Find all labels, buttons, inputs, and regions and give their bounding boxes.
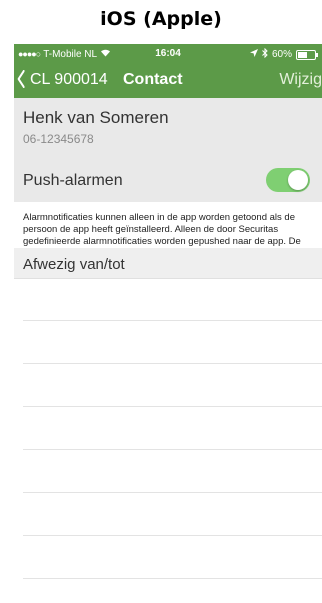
absence-row[interactable] (23, 278, 322, 321)
battery-icon (296, 49, 318, 60)
battery-percent: 60% (271, 49, 292, 60)
bluetooth-icon (262, 47, 268, 61)
push-alarms-label: Push-alarmen (23, 172, 123, 189)
battery-fill (298, 51, 307, 58)
back-button[interactable]: CL 900014 (16, 69, 108, 90)
push-alarms-toggle[interactable] (266, 168, 310, 192)
absence-section-header: Afwezig van/tot (14, 248, 322, 279)
location-arrow-icon (249, 49, 258, 60)
navigation-bar: CL 900014 Contact Wijzig (14, 64, 322, 98)
nav-title: Contact (123, 71, 183, 88)
absence-row[interactable] (23, 364, 322, 407)
absence-list (23, 278, 322, 579)
contact-phone: 06-12345678 (23, 132, 94, 146)
absence-row[interactable] (23, 321, 322, 364)
toggle-knob (288, 170, 308, 190)
absence-row[interactable] (23, 450, 322, 493)
contact-card: Henk van Someren 06-12345678 Push-alarme… (14, 98, 322, 202)
absence-row[interactable] (23, 536, 322, 579)
status-bar: ●●●●○ T-Mobile NL 16:04 60% (14, 44, 322, 64)
contact-name: Henk van Someren (23, 108, 169, 127)
absence-section-title: Afwezig van/tot (23, 256, 125, 273)
chevron-left-icon (17, 69, 25, 90)
absence-row[interactable] (23, 493, 322, 536)
phone-screen: ●●●●○ T-Mobile NL 16:04 60% CL 900014 Co… (14, 44, 322, 603)
edit-button[interactable]: Wijzig (279, 71, 322, 89)
battery-tip (316, 52, 318, 57)
status-right: 60% (249, 47, 318, 61)
back-button-label: CL 900014 (30, 71, 108, 88)
absence-row[interactable] (23, 407, 322, 450)
platform-caption: iOS (Apple) (100, 8, 222, 30)
